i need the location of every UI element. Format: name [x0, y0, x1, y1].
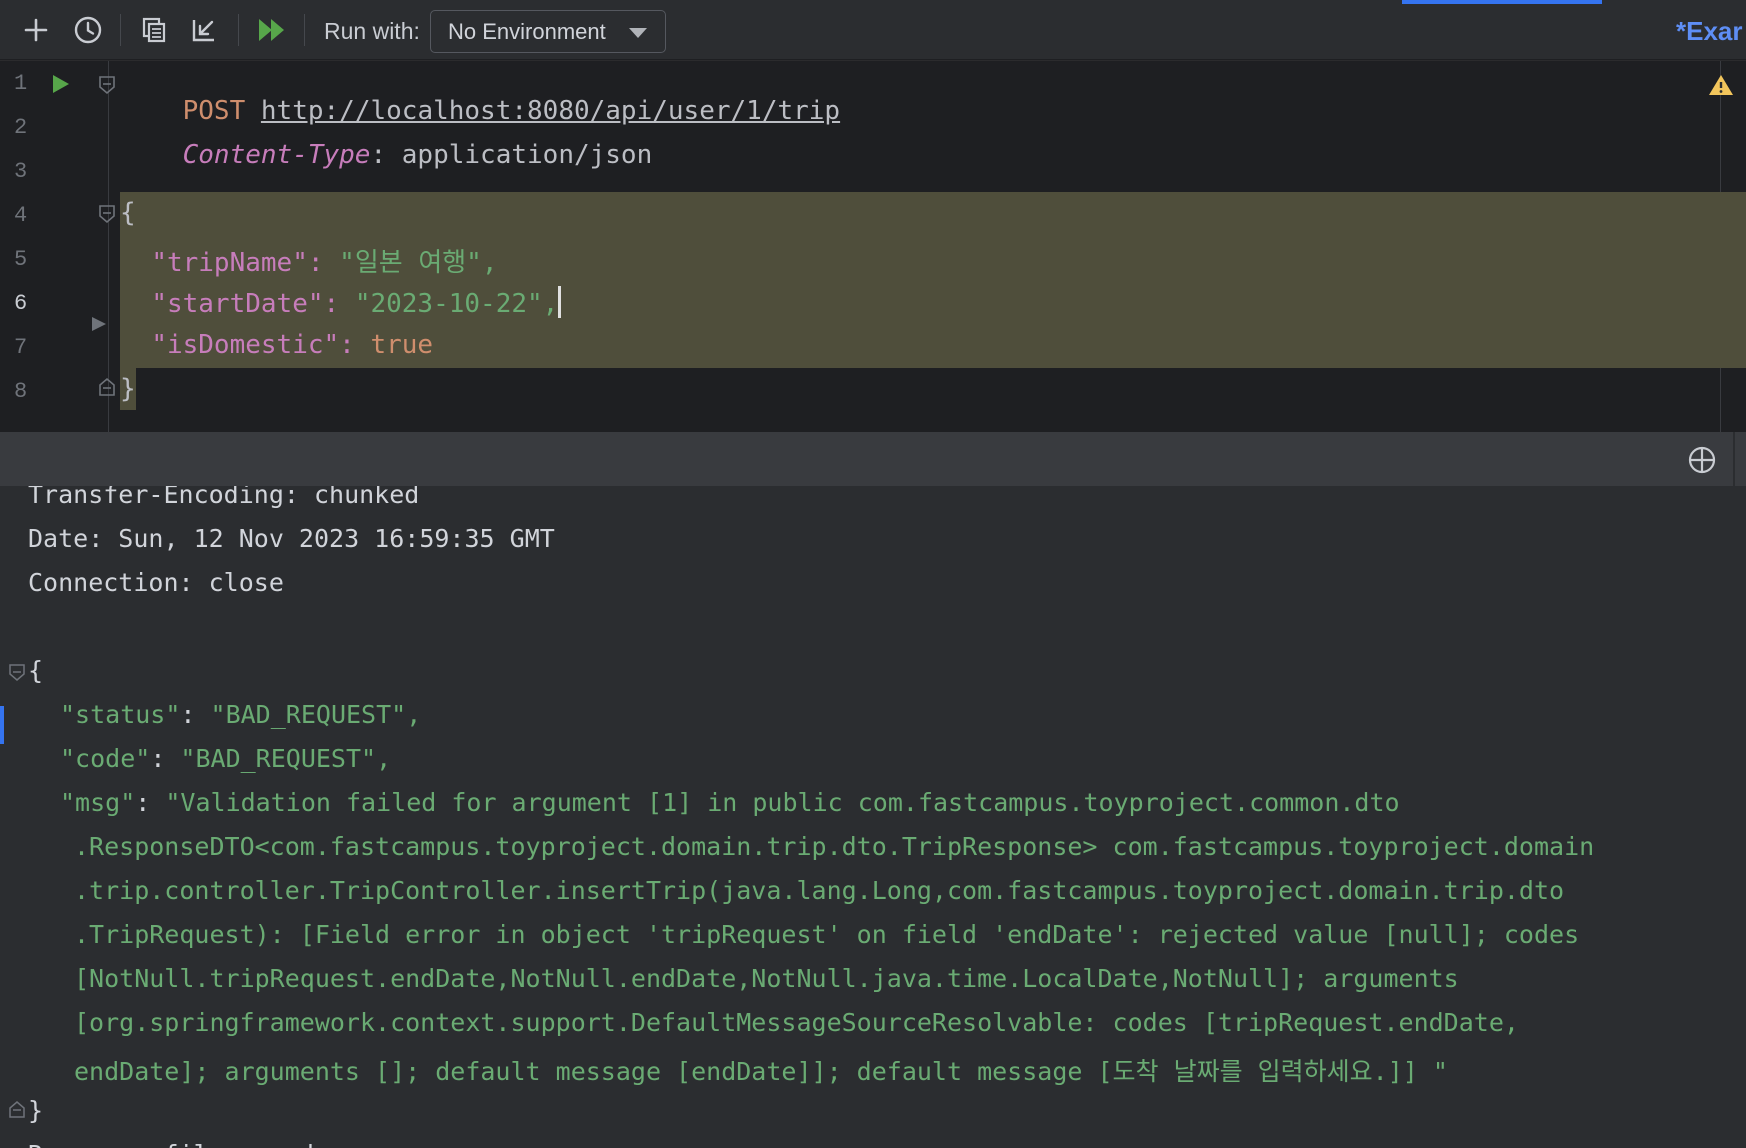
response-status-line: "status": "BAD_REQUEST",	[60, 700, 422, 729]
json-key: "msg"	[60, 788, 136, 817]
header-separator: :	[370, 140, 402, 170]
fold-marker[interactable]	[9, 1100, 25, 1118]
body-field-line[interactable]: "tripName": "일본 여행",	[120, 242, 497, 279]
body-open-brace: {	[120, 198, 136, 228]
environment-select[interactable]: No Environment	[430, 10, 666, 53]
line-number: 3	[14, 159, 28, 184]
json-comma: ,	[481, 248, 498, 278]
line-number: 1	[14, 71, 28, 96]
fold-marker[interactable]	[98, 75, 116, 100]
json-value: "BAD_REQUEST",	[210, 700, 422, 729]
response-msg-continuation: .trip.controller.TripController.insertTr…	[74, 876, 1565, 905]
history-icon	[74, 16, 102, 44]
run-with-label: Run with:	[324, 18, 420, 44]
json-key: "isDomestic"	[151, 330, 340, 360]
fold-marker[interactable]	[9, 664, 25, 682]
folded-arrow[interactable]	[90, 315, 108, 338]
chevron-down-icon	[629, 28, 647, 38]
request-toolbar: Run with: No Environment *Exar	[0, 0, 1746, 60]
json-value: "일본 여행"	[339, 248, 482, 278]
line-number: 7	[14, 335, 28, 360]
response-msg-continuation: .ResponseDTO<com.fastcampus.toyproject.d…	[74, 832, 1595, 861]
run-all-icon	[259, 19, 284, 41]
request-editor[interactable]: 1 2 3 4 5 6 7 8 POST http://localhost:80…	[0, 61, 1746, 432]
warning-icon	[1709, 75, 1733, 95]
response-header-line: Transfer-Encoding: chunked	[28, 486, 420, 509]
crosshair-icon	[1688, 446, 1716, 474]
json-value: "Validation failed for argument [1] in p…	[165, 788, 1400, 817]
fold-marker[interactable]	[98, 377, 116, 402]
response-viewer[interactable]: Transfer-Encoding: chunked Date: Sun, 12…	[0, 486, 1746, 1148]
add-request-button[interactable]	[18, 12, 54, 48]
json-comma: ,	[542, 289, 559, 319]
response-msg-line: "msg": "Validation failed for argument […	[60, 788, 1400, 817]
import-button[interactable]	[186, 12, 222, 48]
json-value: "2023-10-22"	[354, 289, 543, 319]
response-open-brace: {	[28, 656, 44, 685]
json-key: "tripName"	[151, 248, 308, 278]
response-code-line: "code": "BAD_REQUEST",	[60, 744, 392, 773]
json-key: "code"	[60, 744, 151, 773]
run-icon	[53, 75, 69, 93]
history-button[interactable]	[70, 12, 106, 48]
text-cursor	[558, 286, 562, 318]
run-all-button[interactable]	[254, 12, 290, 48]
active-tab-indicator	[1402, 0, 1602, 4]
copy-icon	[142, 17, 166, 43]
scroll-position-indicator	[0, 706, 4, 744]
fold-open-icon	[9, 664, 25, 681]
json-key: "startDate"	[151, 289, 324, 319]
toolbar-separator	[238, 14, 239, 46]
json-colon: :	[323, 289, 355, 319]
response-msg-continuation: .TripRequest): [Field error in object 't…	[74, 920, 1580, 949]
fold-marker[interactable]	[98, 204, 116, 229]
import-icon	[192, 20, 214, 42]
fold-close-icon	[9, 1101, 25, 1118]
json-value: true	[370, 330, 434, 360]
line-number-current: 6	[14, 291, 28, 316]
run-request-button[interactable]	[50, 73, 72, 100]
response-msg-continuation: [org.springframework.context.support.Def…	[74, 1008, 1519, 1037]
header-line[interactable]: Content-Type: application/json	[120, 110, 653, 200]
line-number: 5	[14, 247, 28, 272]
triangle-right-icon	[92, 317, 106, 331]
line-number: 8	[14, 379, 28, 404]
environment-value: No Environment	[448, 18, 606, 44]
json-colon: :	[307, 248, 340, 278]
line-number: 2	[14, 115, 28, 140]
fold-close-icon	[99, 377, 115, 396]
header-name: Content-Type	[182, 140, 371, 170]
json-colon: :	[339, 330, 371, 360]
response-header-line: Connection: close	[28, 568, 284, 597]
splitter-edge	[1733, 432, 1735, 486]
response-header-line: Date: Sun, 12 Nov 2023 16:59:35 GMT	[28, 524, 555, 553]
json-value: "BAD_REQUEST",	[180, 744, 392, 773]
response-msg-continuation: [NotNull.tripRequest.endDate,NotNull.end…	[74, 964, 1459, 993]
warning-indicator[interactable]	[1708, 73, 1734, 102]
body-field-line[interactable]: "isDomestic": true	[120, 330, 433, 360]
plus-icon	[24, 18, 48, 42]
file-tab-title[interactable]: *Exar	[1676, 16, 1743, 47]
editor-response-splitter[interactable]	[0, 432, 1746, 486]
response-trailing-line: Response file saved.	[28, 1140, 329, 1148]
body-field-line-current[interactable]: "startDate": "2023-10-22",	[120, 286, 562, 319]
copy-button[interactable]	[136, 12, 172, 48]
response-target-button[interactable]	[1687, 445, 1717, 475]
response-msg-continuation: endDate]; arguments []; default message …	[74, 1057, 1448, 1086]
toolbar-separator	[120, 14, 121, 46]
fold-open-icon	[99, 205, 115, 224]
json-key: "status"	[60, 700, 181, 729]
response-close-brace: }	[28, 1096, 44, 1125]
header-value: application/json	[401, 140, 653, 170]
line-number: 4	[14, 203, 28, 228]
toolbar-separator	[304, 14, 305, 46]
fold-open-icon	[99, 76, 115, 95]
body-close-brace: }	[120, 374, 136, 404]
